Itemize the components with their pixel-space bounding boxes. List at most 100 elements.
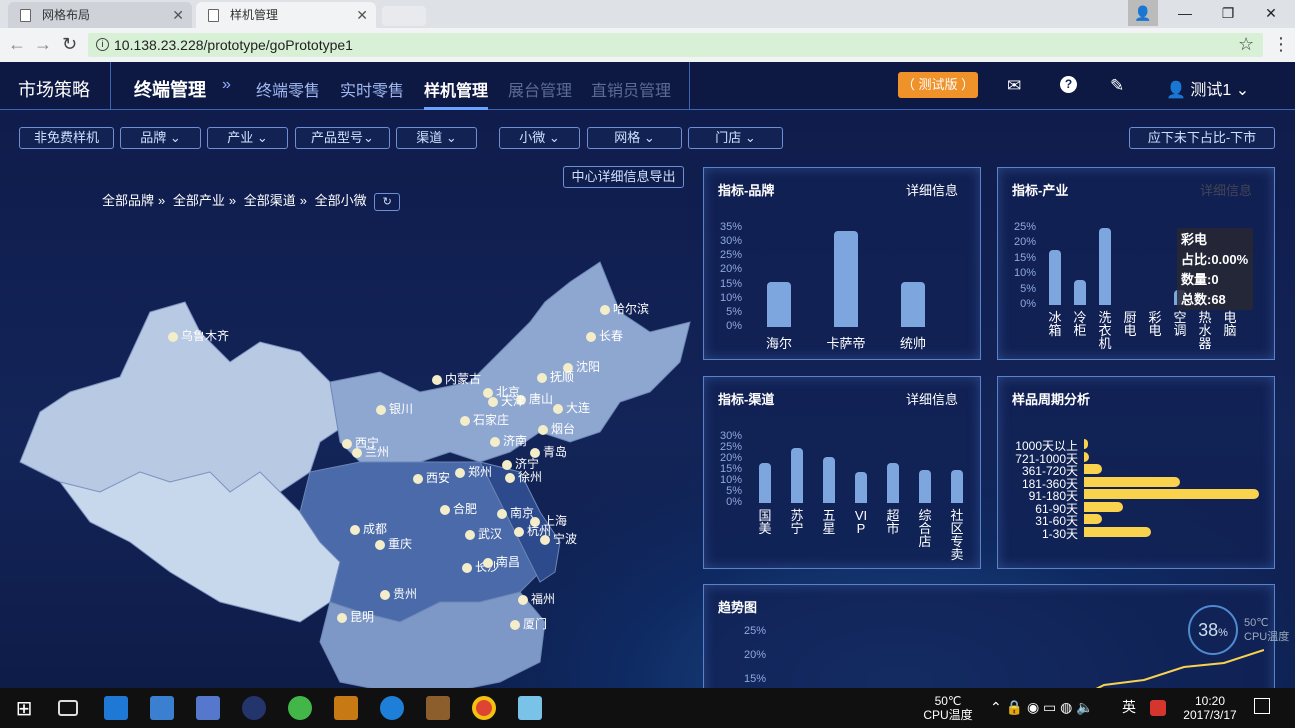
new-tab-button[interactable] — [382, 6, 426, 26]
nav-item-prototype-mgmt[interactable]: 样机管理 — [424, 77, 489, 110]
app-icon[interactable] — [518, 696, 542, 720]
map-city[interactable]: 郑州 — [455, 463, 492, 480]
chart-bar[interactable] — [1084, 464, 1102, 474]
star-icon[interactable]: ☆ — [1238, 34, 1254, 55]
chart-bar[interactable] — [1084, 489, 1259, 499]
chart-bar[interactable] — [834, 230, 858, 327]
cpu-gauge[interactable]: 38% — [1188, 605, 1238, 655]
map-city[interactable]: 长春 — [586, 327, 623, 344]
map-city[interactable]: 银川 — [376, 400, 413, 417]
filter-nonfree[interactable]: 非免费样机 — [19, 127, 114, 149]
crumb-brand[interactable]: 全部品牌 — [102, 193, 154, 208]
chart-bar[interactable] — [1084, 476, 1181, 487]
map-city[interactable]: 徐州 — [505, 468, 542, 485]
chart-bar[interactable] — [759, 463, 771, 503]
filter-store[interactable]: 门店 ⌄ — [688, 127, 783, 149]
map-city[interactable]: 天津 — [488, 392, 525, 409]
restore-button[interactable]: ❐ — [1208, 0, 1248, 26]
filter-industry[interactable]: 产业 ⌄ — [207, 127, 288, 149]
brand-label[interactable]: 市场策略 — [18, 76, 90, 102]
app-icon[interactable] — [334, 696, 358, 720]
notification-icon[interactable] — [1254, 698, 1270, 714]
sogou-tray-icon[interactable] — [1150, 700, 1166, 716]
map-city[interactable]: 贵州 — [380, 585, 417, 602]
chart-bar[interactable] — [1084, 514, 1102, 524]
nav-item-terminal-retail[interactable]: 终端零售 — [256, 77, 320, 101]
chrome-icon[interactable] — [472, 696, 496, 720]
test-version-badge[interactable]: （ 测试版 ） — [898, 72, 978, 98]
menu-icon[interactable]: ⋮ — [1272, 34, 1290, 55]
chart-bar[interactable] — [855, 472, 867, 503]
help-icon[interactable]: ? — [1060, 76, 1077, 93]
filter-grid[interactable]: 网格 ⌄ — [587, 127, 682, 149]
reload-icon[interactable]: ↻ — [62, 34, 77, 55]
map-city[interactable]: 内蒙古 — [432, 370, 481, 387]
eclipse-icon[interactable] — [242, 696, 266, 720]
map-city[interactable]: 武汉 — [465, 525, 502, 542]
map-city[interactable]: 福州 — [518, 590, 555, 607]
chart-bar[interactable] — [951, 470, 963, 503]
close-icon[interactable]: ✕ — [172, 2, 184, 28]
filter-channel[interactable]: 渠道 ⌄ — [396, 127, 477, 149]
clock[interactable]: 10:20 2017/3/17 — [1178, 694, 1242, 722]
forward-icon[interactable]: → — [34, 34, 52, 55]
tab-prototype-mgmt[interactable]: 样机管理 ✕ — [196, 2, 376, 28]
chart-bar[interactable] — [919, 470, 931, 503]
detail-link[interactable]: 详细信息 — [906, 180, 958, 199]
crumb-micro[interactable]: 全部小微 — [315, 193, 367, 208]
chart-bar[interactable] — [1074, 280, 1086, 305]
chart-bar[interactable] — [767, 281, 791, 327]
windows-start-icon[interactable]: ⊞ — [12, 696, 36, 720]
export-button[interactable]: 中心详细信息导出 — [563, 166, 684, 188]
filter-model[interactable]: 产品型号⌄ — [295, 127, 390, 149]
crumb-industry[interactable]: 全部产业 — [173, 193, 225, 208]
task-view-icon[interactable] — [58, 700, 78, 716]
map-city[interactable]: 石家庄 — [460, 411, 509, 428]
map-city[interactable]: 大连 — [553, 399, 590, 416]
info-icon[interactable]: i — [96, 38, 109, 51]
app-icon[interactable] — [426, 696, 450, 720]
chart-bar[interactable] — [1084, 526, 1151, 537]
nav-item-realtime-retail[interactable]: 实时零售 — [340, 77, 404, 101]
nav-item-salesperson-mgmt[interactable]: 直销员管理 — [591, 77, 671, 101]
map-city[interactable]: 西安 — [413, 469, 450, 486]
tab-grid-layout[interactable]: 网格布局 ✕ — [8, 2, 192, 28]
app-icon[interactable] — [150, 696, 174, 720]
back-icon[interactable]: ← — [8, 34, 26, 55]
app-icon[interactable] — [196, 696, 220, 720]
crumb-channel[interactable]: 全部渠道 — [244, 193, 296, 208]
map-city[interactable]: 昆明 — [337, 608, 374, 625]
chart-bar[interactable] — [1084, 439, 1088, 449]
refresh-icon[interactable]: ↻ — [374, 192, 401, 211]
filter-ratio[interactable]: 应下未下占比-下市 — [1129, 127, 1275, 149]
chart-bar[interactable] — [901, 281, 925, 327]
map-city[interactable]: 南京 — [497, 504, 534, 521]
edge-icon[interactable] — [104, 696, 128, 720]
tray-icons[interactable]: ⌃ 🔒 ◉ ▭ ◍ 🔈 — [990, 700, 1094, 714]
chart-bar[interactable] — [1084, 501, 1123, 512]
map-city[interactable]: 合肥 — [440, 500, 477, 517]
detail-link[interactable]: 详细信息 — [906, 389, 958, 408]
chart-bar[interactable] — [823, 456, 835, 503]
address-bar[interactable]: i 10.138.23.228/prototype/goPrototype1 — [88, 33, 1263, 57]
chart-bar[interactable] — [1049, 249, 1061, 305]
user-menu[interactable]: 👤 测试1 ⌄ — [1166, 76, 1249, 100]
map-region-tibet[interactable] — [58, 471, 341, 623]
mail-icon[interactable]: ✉ — [1007, 76, 1021, 96]
map-city[interactable]: 哈尔滨 — [600, 300, 649, 317]
profile-icon[interactable]: 👤 — [1128, 0, 1158, 26]
chart-bar[interactable] — [1084, 451, 1090, 462]
edit-icon[interactable]: ✎ — [1110, 76, 1124, 96]
map-city[interactable]: 烟台 — [538, 420, 575, 437]
map-city[interactable]: 杭州 — [514, 522, 551, 539]
map-city[interactable]: 抚顺 — [537, 368, 574, 385]
app-icon[interactable] — [288, 696, 312, 720]
chart-bar[interactable] — [887, 463, 899, 503]
map-city[interactable]: 济南 — [490, 432, 527, 449]
map-city[interactable]: 重庆 — [375, 535, 412, 552]
filter-brand[interactable]: 品牌 ⌄ — [120, 127, 201, 149]
detail-link[interactable]: 详细信息 — [1200, 180, 1252, 199]
map-city[interactable]: 兰州 — [352, 443, 389, 460]
map-city[interactable]: 乌鲁木齐 — [168, 327, 229, 344]
close-window-button[interactable]: ✕ — [1251, 0, 1291, 26]
